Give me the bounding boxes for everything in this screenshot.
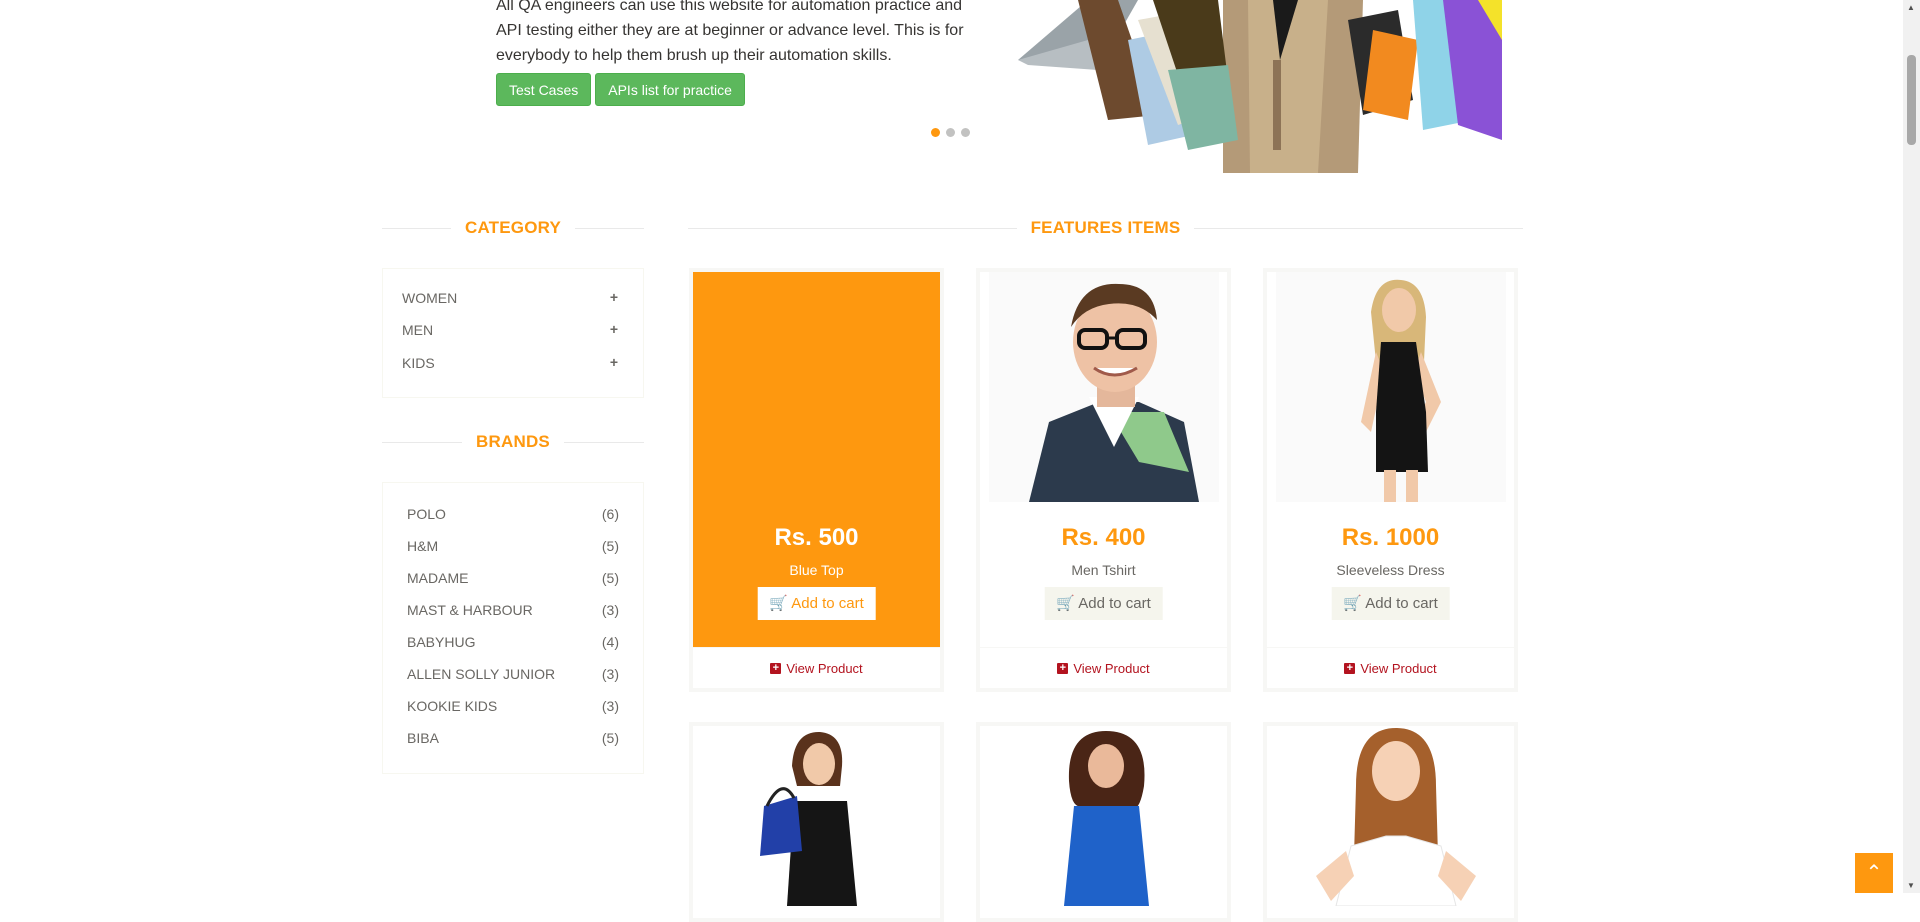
brand-name: H&M [407, 538, 439, 554]
product-image-woman-shopping-bag [693, 726, 940, 906]
view-product-label: View Product [1073, 660, 1150, 676]
scroll-up-button[interactable]: ⌃ [1855, 853, 1893, 893]
brand-item-hm[interactable]: H&M (5) [383, 535, 643, 557]
product-name: Blue Top [789, 562, 844, 578]
hero-description: All QA engineers can use this website fo… [496, 0, 964, 64]
product-card-row2-2 [976, 722, 1231, 922]
brand-name: POLO [407, 506, 446, 522]
slider-dot-1[interactable] [931, 128, 940, 137]
product-price: Rs. 400 [1061, 524, 1146, 551]
category-title: CATEGORY [464, 218, 562, 237]
scrollbar-thumb[interactable] [1907, 55, 1916, 145]
brand-item-polo[interactable]: POLO (6) [383, 503, 643, 525]
scroll-up-arrow-icon[interactable]: ▲ [1907, 3, 1915, 12]
product-price: Rs. 500 [774, 524, 859, 551]
brand-name: KOOKIE KIDS [407, 698, 498, 714]
chevron-up-icon: ⌃ [1865, 862, 1883, 884]
brand-count: (4) [601, 634, 619, 650]
category-label: KIDS [402, 355, 435, 371]
brand-count: (3) [601, 698, 619, 714]
category-item-women[interactable]: WOMEN + [383, 287, 643, 309]
product-price: Rs. 1000 [1341, 524, 1440, 551]
add-to-cart-label: Add to cart [1365, 595, 1438, 612]
brand-count: (5) [601, 730, 619, 746]
slider-dot-3[interactable] [961, 128, 970, 137]
product-image-girl-white-top [1267, 726, 1514, 906]
brands-heading: BRANDS [382, 422, 644, 462]
category-label: MEN [402, 322, 434, 338]
brand-count: (5) [601, 570, 619, 586]
plus-icon[interactable]: + [610, 354, 618, 370]
slider-indicators [931, 128, 970, 137]
product-image-woman-blue-top [980, 726, 1227, 906]
product-image-men-tshirt [980, 272, 1227, 502]
brand-name: BABYHUG [407, 634, 476, 650]
view-product-link[interactable]: + View Product [980, 647, 1227, 688]
add-to-cart-button[interactable]: 🛒 Add to cart [1044, 587, 1163, 620]
hero-shopping-bags-image [1018, 0, 1502, 173]
brand-count: (5) [601, 538, 619, 554]
category-label: WOMEN [402, 290, 458, 306]
plus-icon[interactable]: + [610, 289, 618, 305]
test-cases-button[interactable]: Test Cases [496, 73, 592, 106]
page-scrollbar[interactable]: ▲ ▼ [1903, 0, 1920, 893]
brand-name: MADAME [407, 570, 469, 586]
apis-list-button[interactable]: APIs list for practice [595, 73, 745, 106]
add-to-cart-button[interactable]: 🛒 Add to cart [1331, 587, 1450, 620]
features-heading: FEATURES ITEMS [688, 208, 1524, 248]
add-to-cart-label: Add to cart [791, 595, 864, 612]
view-product-label: View Product [1360, 660, 1437, 676]
add-to-cart-button[interactable]: 🛒 Add to cart [757, 587, 876, 620]
plus-square-icon: + [1057, 662, 1069, 674]
brand-count: (6) [601, 506, 619, 522]
cart-icon: 🛒 [1343, 595, 1362, 612]
add-to-cart-label: Add to cart [1078, 595, 1151, 612]
brand-item-madame[interactable]: MADAME (5) [383, 567, 643, 589]
brand-item-kookie-kids[interactable]: KOOKIE KIDS (3) [383, 695, 643, 717]
features-title: FEATURES ITEMS [1030, 218, 1181, 237]
brand-item-babyhug[interactable]: BABYHUG (4) [383, 631, 643, 653]
category-item-kids[interactable]: KIDS + [383, 352, 643, 374]
slider-prev-icon[interactable]: ‹ [378, 0, 412, 6]
slider-next-icon[interactable]: › [1490, 0, 1524, 6]
plus-square-icon: + [1344, 662, 1356, 674]
product-card-blue-top: Rs. 500 Blue Top 🛒 Add to cart + View Pr… [689, 268, 944, 692]
plus-square-icon: + [770, 662, 782, 674]
product-card-row2-3 [1263, 722, 1518, 922]
brands-panel: POLO (6) H&M (5) MADAME (5) MAST & HARBO… [382, 482, 644, 774]
scroll-down-arrow-icon[interactable]: ▼ [1907, 881, 1915, 890]
brands-title: BRANDS [476, 432, 550, 451]
view-product-link[interactable]: + View Product [1267, 647, 1514, 688]
view-product-link[interactable]: + View Product [693, 647, 940, 688]
brand-count: (3) [601, 602, 619, 618]
brand-item-allen-solly-junior[interactable]: ALLEN SOLLY JUNIOR (3) [383, 663, 643, 685]
slider-dot-2[interactable] [946, 128, 955, 137]
category-panel: WOMEN + MEN + KIDS + [382, 268, 644, 398]
brand-item-biba[interactable]: BIBA (5) [383, 727, 643, 749]
product-image-sleeveless-dress [1267, 272, 1514, 502]
product-card-men-tshirt: Rs. 400 Men Tshirt 🛒 Add to cart + View … [976, 268, 1231, 692]
brand-count: (3) [601, 666, 619, 682]
product-card-row2-1 [689, 722, 944, 922]
brand-name: MAST & HARBOUR [407, 602, 533, 618]
category-heading: CATEGORY [382, 208, 645, 248]
cart-icon: 🛒 [769, 595, 788, 612]
plus-icon[interactable]: + [610, 321, 618, 337]
product-card-sleeveless-dress: Rs. 1000 Sleeveless Dress 🛒 Add to cart … [1263, 268, 1518, 692]
product-name: Men Tshirt [1071, 562, 1136, 578]
brand-name: ALLEN SOLLY JUNIOR [407, 666, 556, 682]
view-product-label: View Product [786, 660, 863, 676]
brand-name: BIBA [407, 730, 439, 746]
brand-item-mast-harbour[interactable]: MAST & HARBOUR (3) [383, 599, 643, 621]
product-name: Sleeveless Dress [1336, 562, 1445, 578]
category-item-men[interactable]: MEN + [383, 319, 643, 341]
cart-icon: 🛒 [1056, 595, 1075, 612]
hero-buttons: Test Cases APIs list for practice [496, 73, 745, 106]
